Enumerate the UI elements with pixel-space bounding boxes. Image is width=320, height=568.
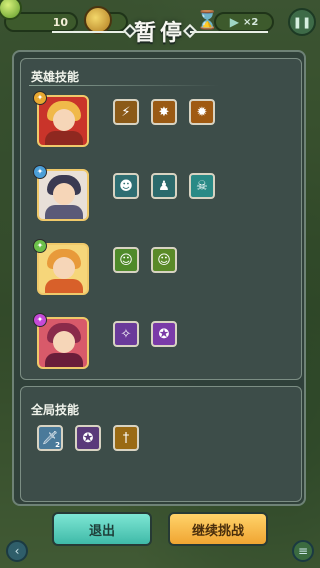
global-skills-section: 全局技能 🗡 2 ✪ † — [20, 386, 302, 502]
ghost-icon[interactable]: ☻ — [113, 173, 139, 199]
pause-panel: 英雄技能 ✦ ⚡ ✸ ✹ ✦ ☻ ♟ ☠ ✦ ☺ ☺ ✦ ✧ ✪ 全局技能 🗡 … — [12, 50, 306, 506]
hero-skills-section: 英雄技能 ✦ ⚡ ✸ ✹ ✦ ☻ ♟ ☠ ✦ ☺ ☺ ✦ ✧ ✪ — [20, 58, 302, 380]
hero-face — [53, 183, 75, 205]
golden-sword-icon[interactable]: † — [113, 425, 139, 451]
skull-icon[interactable]: ☠ — [189, 173, 215, 199]
goblin-icon[interactable]: ☺ — [151, 247, 177, 273]
exit-button[interactable]: 退出 — [52, 512, 152, 546]
hero-body — [45, 131, 83, 145]
element-badge-icon: ✦ — [33, 313, 47, 327]
hero-face — [53, 109, 75, 131]
flame-icon[interactable]: ✹ — [189, 99, 215, 125]
hero-row: ✦ ☻ ♟ ☠ — [21, 165, 303, 223]
skill-count: 2 — [55, 441, 60, 449]
element-badge-icon: ✦ — [33, 239, 47, 253]
arrow-burst-icon[interactable]: ✸ — [151, 99, 177, 125]
hero-row: ✦ ⚡ ✸ ✹ — [21, 91, 303, 149]
portrait-icon[interactable]: ♟ — [151, 173, 177, 199]
section-divider — [29, 85, 219, 86]
hero-body — [45, 279, 83, 293]
goblin-icon[interactable]: ☺ — [113, 247, 139, 273]
witch-icon[interactable]: ✧ — [113, 321, 139, 347]
global-skills-title: 全局技能 — [31, 403, 80, 417]
title-divider-left — [52, 31, 130, 33]
hero-face — [53, 257, 75, 279]
menu-icon[interactable]: ≡ — [292, 540, 314, 562]
sword-icon[interactable]: 🗡 2 — [37, 425, 63, 451]
spirit-icon[interactable]: ✪ — [151, 321, 177, 347]
hero-row: ✦ ✧ ✪ — [21, 313, 303, 371]
hero-body — [45, 205, 83, 219]
element-badge-icon: ✦ — [33, 165, 47, 179]
continue-challenge-button[interactable]: 继续挑战 — [168, 512, 268, 546]
title-bar: 暂停 — [0, 14, 320, 48]
element-badge-icon: ✦ — [33, 91, 47, 105]
lightning-icon[interactable]: ⚡ — [113, 99, 139, 125]
hero-skills-title: 英雄技能 — [31, 70, 80, 84]
title-divider-right — [190, 31, 268, 33]
hero-face — [53, 331, 75, 353]
hero-body — [45, 353, 83, 367]
page-title: 暂停 — [133, 20, 186, 46]
back-arrow-icon[interactable]: ‹ — [6, 540, 28, 562]
hero-row: ✦ ☺ ☺ — [21, 239, 303, 297]
purple-spirit-icon[interactable]: ✪ — [75, 425, 101, 451]
